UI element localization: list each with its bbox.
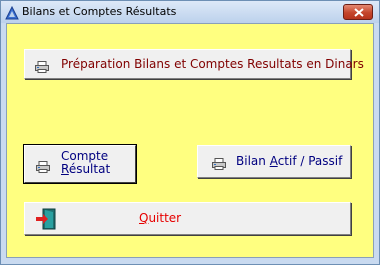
- compte-resultat-label: Compte Résultat: [61, 150, 110, 176]
- quitter-label: Quitter: [139, 211, 181, 225]
- close-icon: [354, 8, 364, 17]
- bilan-mnemonic: A: [269, 154, 278, 168]
- window-title: Bilans et Comptes Résultats: [22, 5, 177, 18]
- bilan-pre: Bilan: [236, 154, 270, 168]
- compte-line2: ésultat: [68, 162, 111, 176]
- quitter-rest: uitter: [148, 211, 182, 225]
- printer-icon: [35, 58, 49, 77]
- close-button[interactable]: [343, 4, 373, 20]
- quitter-button[interactable]: Quitter: [24, 202, 351, 235]
- window: Bilans et Comptes Résultats Préparation …: [0, 0, 380, 265]
- printer-icon: [36, 158, 50, 177]
- preparation-bilans-label: Préparation Bilans et Comptes Resultats …: [61, 57, 364, 71]
- exit-door-icon: [35, 208, 57, 234]
- client-area: Préparation Bilans et Comptes Resultats …: [6, 23, 374, 258]
- printer-icon: [212, 155, 226, 174]
- title-bar[interactable]: Bilans et Comptes Résultats: [1, 1, 379, 23]
- compte-line1: Compte: [61, 149, 109, 163]
- bilan-actif-passif-button[interactable]: Bilan Actif / Passif: [197, 145, 351, 178]
- compte-resultat-button[interactable]: Compte Résultat: [23, 144, 137, 184]
- app-triangle-icon: [5, 5, 19, 20]
- bilan-actif-passif-label: Bilan Actif / Passif: [236, 154, 342, 168]
- preparation-bilans-button[interactable]: Préparation Bilans et Comptes Resultats …: [24, 49, 364, 79]
- bilan-rest: ctif / Passif: [277, 154, 343, 168]
- compte-mnemonic: R: [61, 162, 69, 176]
